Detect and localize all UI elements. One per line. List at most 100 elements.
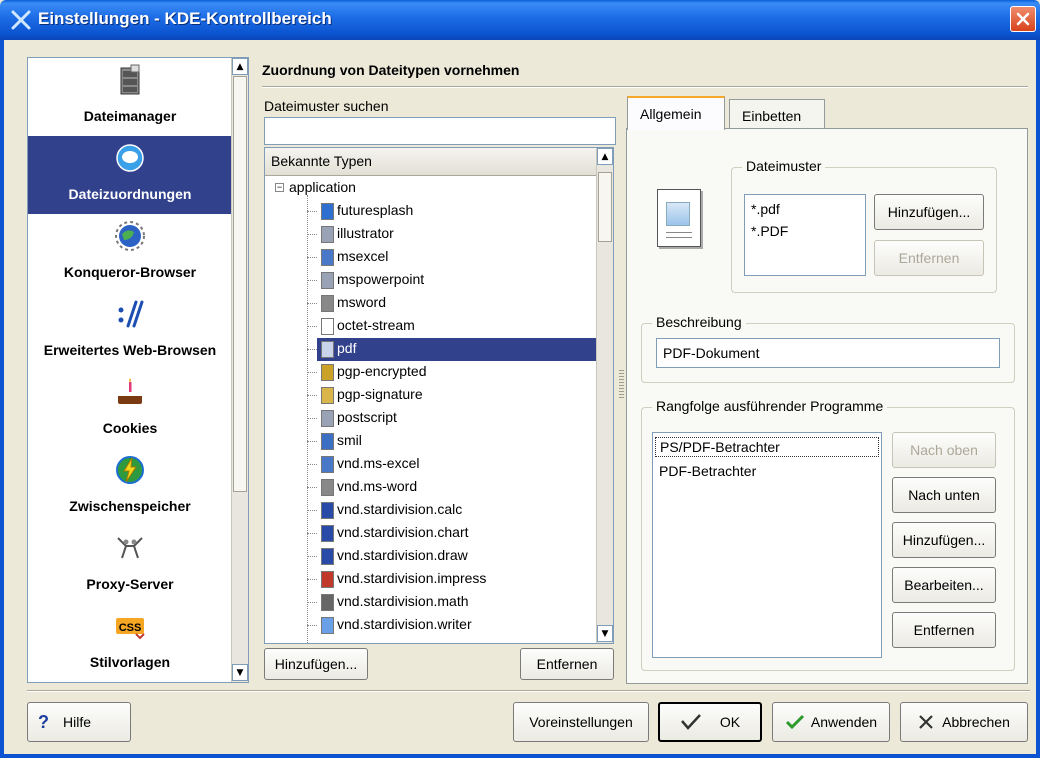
tree-item-label: pdf	[337, 340, 357, 356]
list-item[interactable]: PDF-Betrachter	[659, 463, 756, 479]
edit-program-button[interactable]: Bearbeiten...	[892, 567, 996, 603]
splitter-handle[interactable]	[619, 370, 624, 400]
add-program-button[interactable]: Hinzufügen...	[892, 522, 996, 558]
tree-item-label: futuresplash	[337, 202, 414, 218]
programs-group-title: Rangfolge ausführender Programme	[652, 398, 888, 414]
search-label: Dateimuster suchen	[264, 98, 389, 114]
tree-item[interactable]: mspowerpoint	[265, 269, 596, 292]
tree-item[interactable]: pgp-signature	[265, 384, 596, 407]
math-icon	[321, 594, 334, 611]
tree-item[interactable]: pdf	[265, 338, 596, 361]
tree-root-application[interactable]: − application	[265, 177, 596, 200]
help-label: Hilfe	[63, 714, 92, 730]
search-input[interactable]	[264, 117, 616, 145]
move-down-button[interactable]: Nach unten	[892, 477, 996, 513]
title-bar[interactable]: Einstellungen - KDE-Kontrollbereich	[0, 0, 1040, 40]
tree-root-label: application	[289, 179, 356, 195]
tree-item[interactable]: vnd.stardivision.draw	[265, 545, 596, 568]
list-item[interactable]: *.PDF	[751, 223, 788, 239]
sidebar-item-zwischenspeicher[interactable]: Zwischenspeicher	[28, 448, 232, 526]
tree-item[interactable]: vnd.ms-excel	[265, 453, 596, 476]
tree-item[interactable]: postscript	[265, 407, 596, 430]
tree-item[interactable]: futuresplash	[265, 200, 596, 223]
cake-icon	[118, 378, 142, 404]
document-icon	[321, 272, 334, 289]
remove-program-button[interactable]: Entfernen	[892, 612, 996, 648]
tree-item-label: vnd.stardivision.impress	[337, 570, 487, 586]
tree-item[interactable]: msword	[265, 292, 596, 315]
tree-item[interactable]: vnd.stardivision.chart	[265, 522, 596, 545]
module-sidebar: Dateimanager Dateizuordnungen Konqueror-…	[27, 57, 249, 683]
remove-program-label: Entfernen	[913, 622, 975, 638]
tree-item[interactable]: vnd.stardivision.impress	[265, 568, 596, 591]
defaults-button[interactable]: Voreinstellungen	[513, 702, 649, 742]
apply-label: Anwenden	[810, 714, 878, 730]
tree-connector	[307, 556, 317, 557]
list-item[interactable]: PS/PDF-Betrachter	[655, 437, 879, 457]
pen-icon	[321, 479, 334, 496]
cancel-x-icon	[919, 715, 933, 729]
tree-item[interactable]: illustrator	[265, 223, 596, 246]
sidebar-item-label: Erweitertes Web-Browsen	[43, 342, 217, 358]
sidebar-item-dateizuordnungen[interactable]: Dateizuordnungen	[28, 136, 232, 214]
tree-item[interactable]: vnd.stardivision.math	[265, 591, 596, 614]
remove-type-button[interactable]: Entfernen	[520, 648, 614, 680]
sidebar-item-erweitertes-web-browsen[interactable]: Erweitertes Web-Browsen	[28, 292, 232, 370]
page-title: Zuordnung von Dateitypen vornehmen	[262, 62, 520, 78]
description-input[interactable]	[656, 338, 1000, 368]
tab-allgemein[interactable]: Allgemein	[627, 96, 725, 130]
scroll-thumb[interactable]	[233, 76, 247, 492]
sidebar-item-stilvorlagen[interactable]: CSS Stilvorlagen	[28, 604, 232, 682]
tree-item[interactable]: pgp-encrypted	[265, 361, 596, 384]
scroll-down-button[interactable]: ▼	[597, 625, 613, 642]
sidebar-scrollbar[interactable]: ▲ ▼	[231, 58, 248, 682]
sidebar-item-cookies[interactable]: Cookies	[28, 370, 232, 448]
help-button[interactable]: ? Hilfe	[27, 702, 131, 742]
collapse-toggle-icon[interactable]: −	[275, 183, 284, 192]
scroll-up-button[interactable]: ▲	[232, 58, 248, 75]
tree-connector	[307, 487, 317, 488]
patterns-list[interactable]: *.pdf *.PDF	[744, 194, 866, 276]
tree-item-label: pgp-signature	[337, 386, 423, 402]
tree-item[interactable]: vnd.stardivision.writer	[265, 614, 596, 637]
tree-item[interactable]: smil	[265, 430, 596, 453]
ok-button[interactable]: OK	[658, 702, 762, 742]
tree-column-header[interactable]: Bekannte Typen	[265, 148, 596, 176]
tab-panel-allgemein: Dateimuster *.pdf *.PDF Hinzufügen... En…	[626, 128, 1028, 684]
tree-connector	[307, 280, 317, 281]
cancel-button[interactable]: Abbrechen	[900, 702, 1028, 742]
flash-icon	[321, 203, 334, 220]
scroll-thumb[interactable]	[598, 172, 612, 242]
tree-connector	[307, 510, 317, 511]
apply-button[interactable]: Anwenden	[772, 702, 890, 742]
move-up-button[interactable]: Nach oben	[892, 432, 996, 468]
tree-item[interactable]: vnd.stardivision.calc	[265, 499, 596, 522]
kde-x-icon	[11, 10, 31, 30]
scroll-down-button[interactable]: ▼	[232, 664, 248, 681]
add-type-button[interactable]: Hinzufügen...	[264, 648, 368, 680]
sidebar-item-proxy-server[interactable]: Proxy-Server	[28, 526, 232, 604]
tree-item[interactable]: msexcel	[265, 246, 596, 269]
programs-list[interactable]: PS/PDF-Betrachter PDF-Betrachter	[652, 432, 882, 658]
tree-item-label: postscript	[337, 409, 397, 425]
sidebar-item-konqueror-browser[interactable]: Konqueror-Browser	[28, 214, 232, 292]
tree-item-label: vnd.stardivision.calc	[337, 501, 463, 517]
sidebar-item-label: Zwischenspeicher	[69, 498, 191, 514]
world-gear-icon	[115, 221, 145, 251]
tree-item-label: vnd.stardivision.math	[337, 593, 469, 609]
tab-einbetten[interactable]: Einbetten	[729, 99, 825, 131]
selection-highlight	[317, 338, 596, 361]
media-icon	[321, 433, 334, 450]
tree-item[interactable]: octet-stream	[265, 315, 596, 338]
tree-scrollbar[interactable]: ▲ ▼	[596, 148, 613, 643]
sidebar-item-dateimanager[interactable]: Dateimanager	[28, 58, 232, 136]
add-pattern-button[interactable]: Hinzufügen...	[874, 194, 984, 230]
remove-pattern-button[interactable]: Entfernen	[874, 240, 984, 276]
scroll-up-button[interactable]: ▲	[597, 148, 613, 165]
apply-check-icon	[785, 714, 804, 730]
defaults-label: Voreinstellungen	[529, 714, 633, 730]
close-button[interactable]	[1010, 6, 1036, 32]
window-frame-right	[1036, 40, 1040, 758]
tree-item[interactable]: vnd.ms-word	[265, 476, 596, 499]
list-item[interactable]: *.pdf	[751, 201, 780, 217]
